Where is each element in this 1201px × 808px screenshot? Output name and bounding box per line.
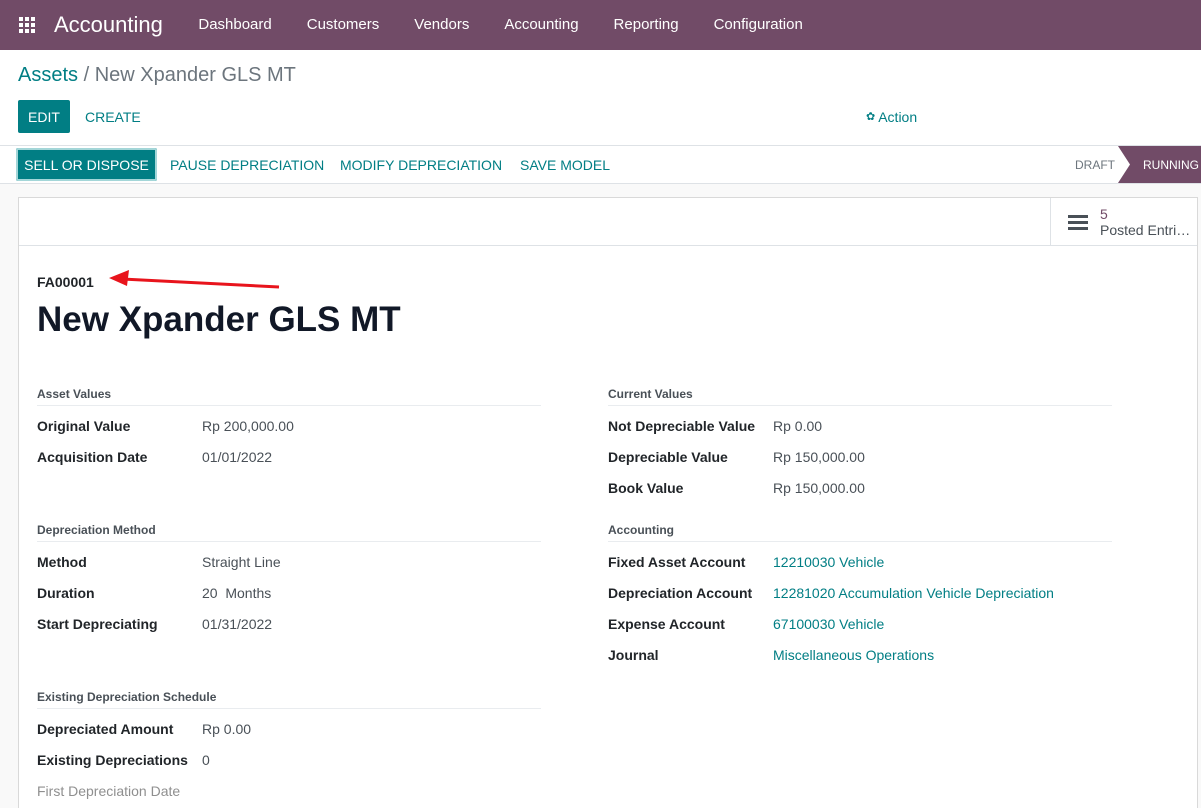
- group-title: Depreciation Method: [37, 523, 541, 542]
- menu-customers[interactable]: Customers: [289, 0, 397, 50]
- acquisition-date-field[interactable]: 01/01/2022: [202, 449, 272, 465]
- action-label: Action: [878, 108, 918, 125]
- current-values-group: Current Values Not Depreciable Value Rp …: [608, 387, 1112, 503]
- menu-configuration[interactable]: Configuration: [696, 0, 820, 50]
- field-label: Book Value: [608, 479, 684, 496]
- field-label: Expense Account: [608, 615, 725, 632]
- app-brand[interactable]: Accounting: [54, 12, 163, 38]
- field-label: Original Value: [37, 417, 131, 434]
- field-label: Depreciated Amount: [37, 720, 174, 737]
- original-value-field[interactable]: Rp 200,000.00: [202, 418, 294, 434]
- field-label: Depreciable Value: [608, 448, 728, 465]
- menu-dashboard[interactable]: Dashboard: [181, 0, 289, 50]
- field-label: Method: [37, 553, 87, 570]
- field-label: Existing Depreciations: [37, 751, 188, 768]
- field-row: Original Value Rp 200,000.00: [37, 410, 541, 441]
- menu-accounting[interactable]: Accounting: [487, 0, 596, 50]
- not-depreciable-value-field: Rp 0.00: [773, 417, 823, 434]
- field-label: Duration: [37, 584, 95, 601]
- field-label: Journal: [608, 646, 659, 663]
- breadcrumb-current: New Xpander GLS MT: [94, 64, 296, 86]
- pause-depreciation-button[interactable]: PAUSE DEPRECIATION: [170, 148, 324, 181]
- field-label: First Depreciation Date: [37, 782, 181, 799]
- existing-schedule-group: Existing Depreciation Schedule Depreciat…: [37, 690, 541, 806]
- field-row: Duration 20 Months: [37, 577, 541, 608]
- posted-entries-label: Posted Entri…: [1100, 222, 1191, 238]
- field-row: Method Straight Line: [37, 546, 541, 577]
- start-depreciating-field[interactable]: 01/31/2022: [202, 616, 272, 632]
- fixed-asset-account-link[interactable]: 12210030 Vehicle: [773, 554, 884, 570]
- group-title: Asset Values: [37, 387, 541, 406]
- field-label: Depreciation Account: [608, 584, 753, 601]
- control-panel: Assets / New Xpander GLS MT EDIT CREATE …: [0, 50, 1201, 146]
- field-row: Start Depreciating 01/31/2022: [37, 608, 541, 639]
- apps-menu-icon[interactable]: [0, 0, 54, 50]
- depreciable-value-field: Rp 150,000.00: [773, 448, 865, 465]
- field-label: Acquisition Date: [37, 448, 148, 465]
- method-field[interactable]: Straight Line: [202, 554, 281, 570]
- field-row: Acquisition Date 01/01/2022: [37, 441, 541, 472]
- posted-entries-button[interactable]: 5 Posted Entri…: [1050, 198, 1197, 246]
- journal-link[interactable]: Miscellaneous Operations: [773, 647, 934, 663]
- status-bar: SELL OR DISPOSE PAUSE DEPRECIATION MODIF…: [0, 146, 1201, 184]
- annotation-arrow-icon: [109, 270, 280, 289]
- field-row: Not Depreciable Value Rp 0.00: [608, 410, 1112, 441]
- field-label: Fixed Asset Account: [608, 553, 746, 570]
- field-label: Start Depreciating: [37, 615, 158, 632]
- modify-depreciation-button[interactable]: MODIFY DEPRECIATION: [340, 148, 502, 181]
- smart-button-box: 5 Posted Entri…: [19, 198, 1197, 246]
- form-sheet: 5 Posted Entri… FA00001 New Xpander GLS …: [18, 197, 1198, 808]
- group-title: Current Values: [608, 387, 1112, 406]
- sell-or-dispose-button[interactable]: SELL OR DISPOSE: [16, 148, 157, 181]
- field-row: Journal Miscellaneous Operations: [608, 639, 1112, 670]
- depreciation-account-link[interactable]: 12281020 Accumulation Vehicle Depreciati…: [773, 585, 1054, 601]
- asset-name[interactable]: New Xpander GLS MT: [37, 300, 401, 340]
- edit-button[interactable]: EDIT: [18, 100, 70, 133]
- field-row: Depreciated Amount Rp 0.00: [37, 713, 541, 744]
- field-row: Existing Depreciations 0: [37, 744, 541, 775]
- depreciated-amount-field[interactable]: Rp 0.00: [202, 721, 251, 737]
- top-navbar: Accounting Dashboard Customers Vendors A…: [0, 0, 1201, 50]
- posted-entries-count: 5: [1100, 206, 1108, 222]
- breadcrumb-separator: /: [78, 64, 95, 86]
- field-row: Depreciation Account 12281020 Accumulati…: [608, 577, 1112, 608]
- duration-field[interactable]: 20 Months: [202, 585, 271, 601]
- breadcrumb: Assets / New Xpander GLS MT: [18, 64, 296, 87]
- stage-draft[interactable]: DRAFT: [1066, 146, 1124, 183]
- existing-depreciations-field[interactable]: 0: [202, 752, 210, 768]
- create-button[interactable]: CREATE: [85, 100, 141, 133]
- field-row: First Depreciation Date: [37, 775, 541, 806]
- gear-icon: ✿: [866, 111, 876, 123]
- expense-account-link[interactable]: 67100030 Vehicle: [773, 616, 884, 632]
- asset-values-group: Asset Values Original Value Rp 200,000.0…: [37, 387, 541, 472]
- field-row: Fixed Asset Account 12210030 Vehicle: [608, 546, 1112, 577]
- accounting-group: Accounting Fixed Asset Account 12210030 …: [608, 523, 1112, 670]
- depreciation-method-group: Depreciation Method Method Straight Line…: [37, 523, 541, 639]
- group-title: Accounting: [608, 523, 1112, 542]
- field-row: Expense Account 67100030 Vehicle: [608, 608, 1112, 639]
- menu-vendors[interactable]: Vendors: [397, 0, 487, 50]
- asset-reference: FA00001: [37, 274, 94, 290]
- list-icon: [1068, 212, 1088, 233]
- action-menu-button[interactable]: ✿ Action: [866, 100, 917, 133]
- save-model-button[interactable]: SAVE MODEL: [520, 148, 610, 181]
- breadcrumb-assets-link[interactable]: Assets: [18, 64, 78, 86]
- field-row: Book Value Rp 150,000.00: [608, 472, 1112, 503]
- menu-reporting[interactable]: Reporting: [596, 0, 696, 50]
- stage-running[interactable]: RUNNING: [1118, 146, 1201, 183]
- book-value-field: Rp 150,000.00: [773, 479, 865, 496]
- group-title: Existing Depreciation Schedule: [37, 690, 541, 709]
- field-row: Depreciable Value Rp 150,000.00: [608, 441, 1112, 472]
- field-label: Not Depreciable Value: [608, 417, 756, 434]
